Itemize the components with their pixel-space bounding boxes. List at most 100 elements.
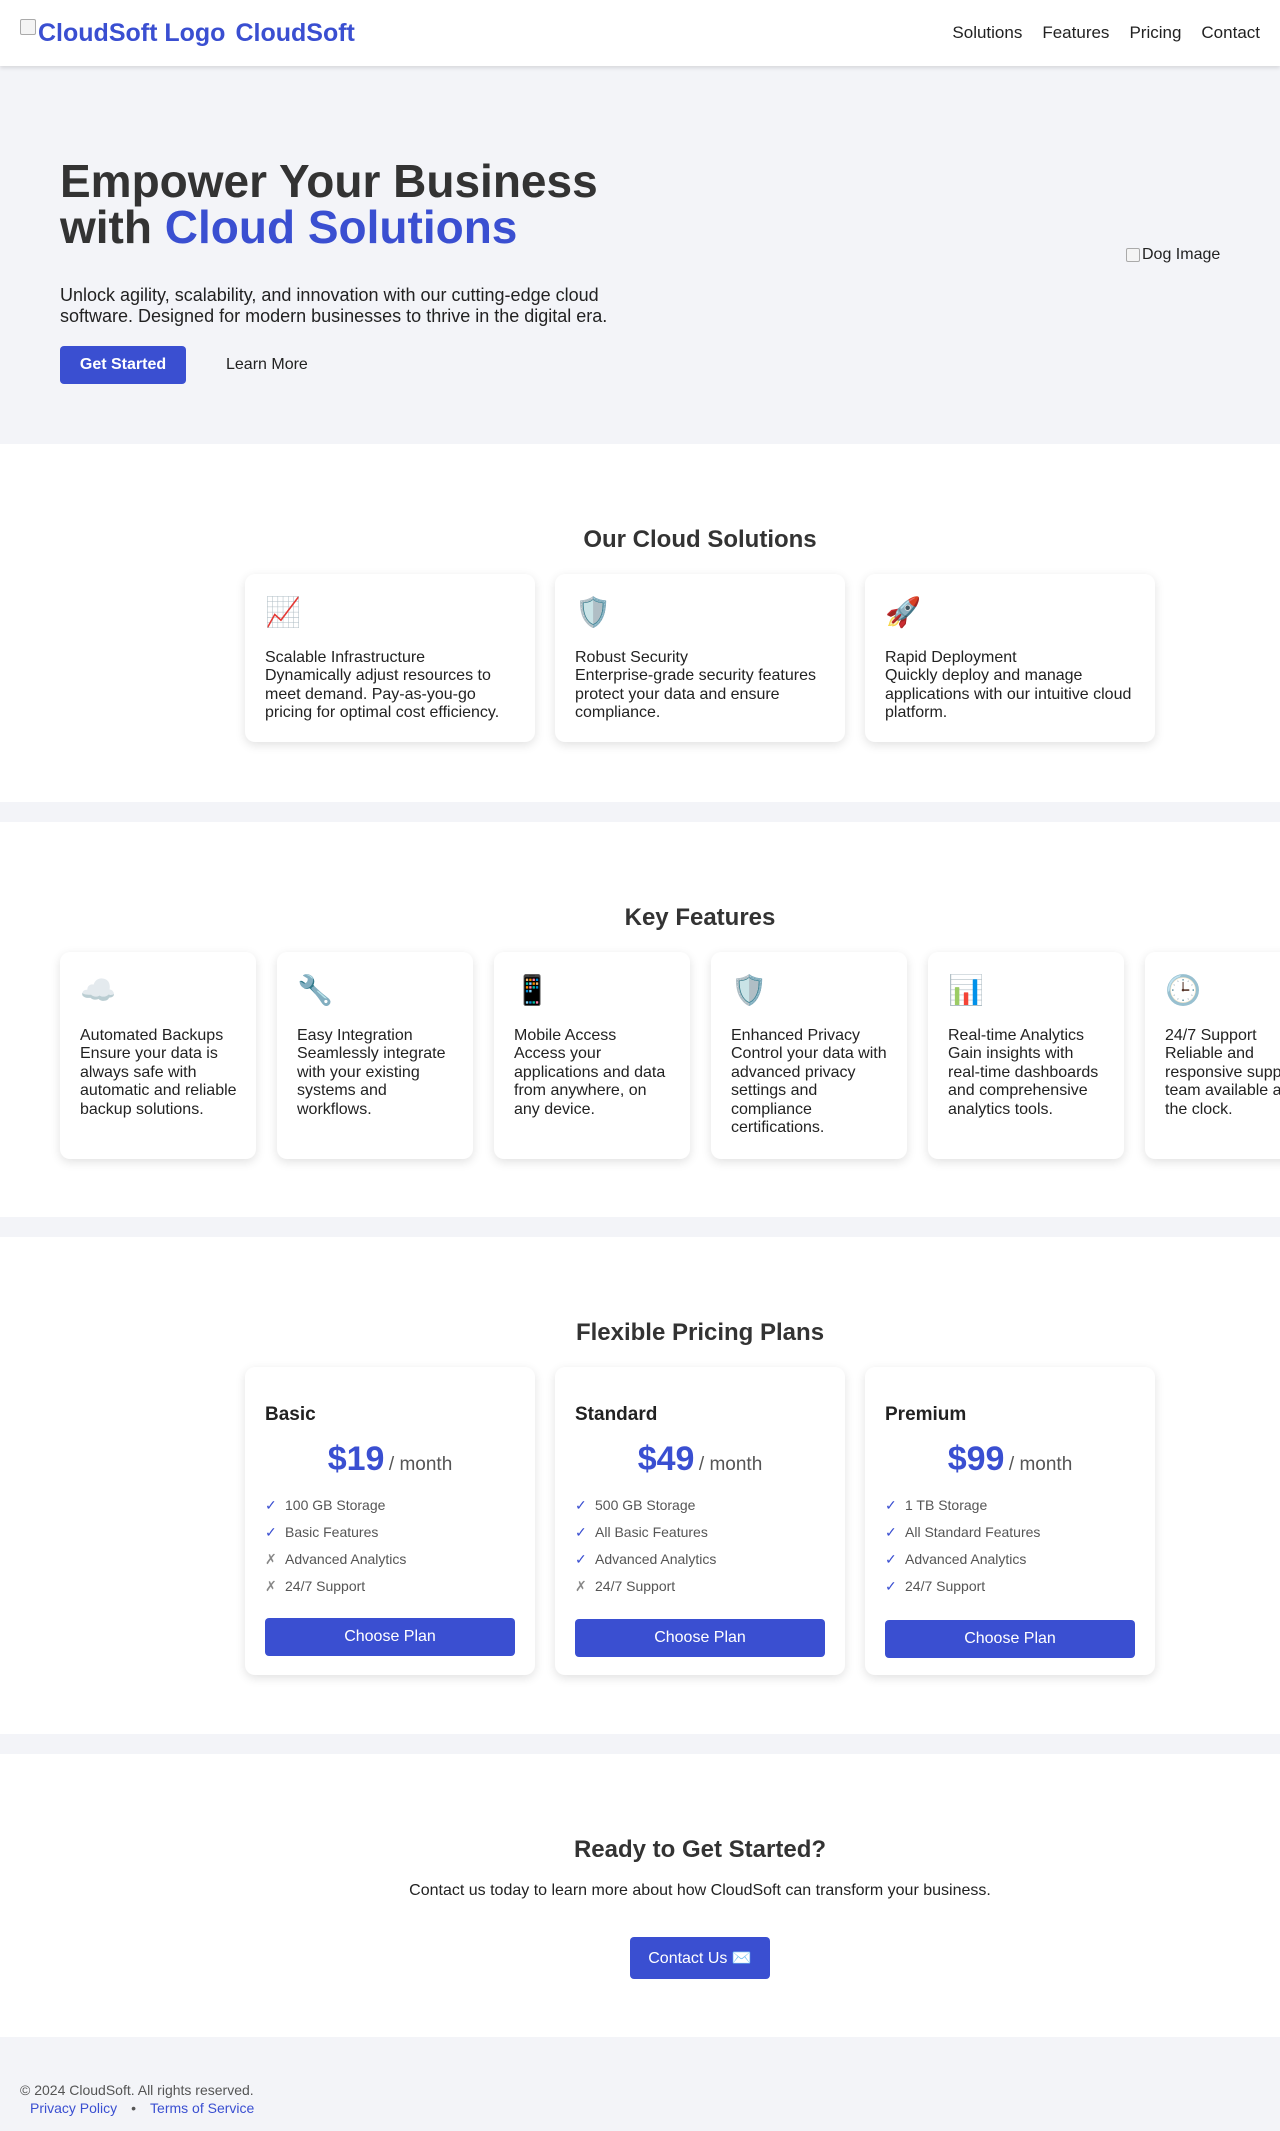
cta-title: Ready to Get Started? <box>573 1836 827 1863</box>
bar-chart-icon: 📊 <box>948 975 985 1007</box>
feature-card: 🔧 Easy Integration Seamlessly integrate wi… <box>277 952 473 1159</box>
plan-feature-text: Advanced Analytics <box>905 1551 1027 1567</box>
feature-card-title: Easy Integration <box>297 1027 413 1044</box>
plan-feature: ✓ 100 GB Storage <box>265 1497 385 1514</box>
choose-plan-button[interactable]: Choose Plan <box>575 1619 825 1657</box>
plan-feature: ✓ 24/7 Support <box>885 1578 985 1595</box>
choose-plan-button[interactable]: Choose Plan <box>885 1620 1135 1658</box>
check-icon: ✓ <box>885 1551 897 1567</box>
privacy-policy-link[interactable]: Privacy Policy <box>30 2100 117 2116</box>
rocket-icon: 🚀 <box>885 597 922 629</box>
check-icon: ✓ <box>575 1551 587 1567</box>
brand-name[interactable]: CloudSoft <box>235 19 354 48</box>
footer-separator: • <box>131 2100 137 2116</box>
feature-card: 📊 Real-time Analytics Gain insights with r… <box>928 952 1124 1159</box>
hero-image-alt: Dog Image <box>1142 246 1221 263</box>
plan-name: Standard <box>575 1404 658 1425</box>
feature-card-description: Seamlessly integrate with your existing … <box>297 1045 446 1118</box>
solution-card-description: Dynamically adjust resources to meet dem… <box>265 667 500 721</box>
pricing-card: Premium $99 / month ✓ 1 TB Storage ✓ All Stan… <box>865 1367 1155 1675</box>
plan-feature: ✓ Advanced Analytics <box>575 1551 716 1568</box>
plan-price-period: / month <box>388 1454 453 1475</box>
solution-card-title: Scalable Infrastructure <box>265 649 426 666</box>
check-icon: ✓ <box>885 1578 897 1594</box>
copyright-text: © 2024 CloudSoft. All rights reserved. <box>20 2082 254 2098</box>
plan-name: Basic <box>265 1404 316 1425</box>
solution-card-description: Enterprise-grade security features prote… <box>575 667 816 721</box>
feature-card-title: Enhanced Privacy <box>731 1027 860 1044</box>
shield-icon: 🛡️ <box>575 597 612 629</box>
plan-price-amount: $49 <box>637 1440 695 1478</box>
plan-feature-text: 1 TB Storage <box>905 1497 988 1513</box>
check-icon: ✓ <box>575 1524 587 1540</box>
terms-of-service-link[interactable]: Terms of Service <box>150 2100 254 2116</box>
pricing-title: Flexible Pricing Plans <box>575 1319 825 1346</box>
feature-card-description: Gain insights with real-time dashboards … <box>948 1045 1099 1118</box>
plan-feature-text: Advanced Analytics <box>285 1551 407 1567</box>
feature-card: 🕒 24/7 Support Reliable and responsive sup… <box>1145 952 1280 1159</box>
footer-links: Privacy Policy • Terms of Service <box>30 2100 254 2116</box>
plan-feature-text: All Standard Features <box>905 1524 1041 1540</box>
pricing-card: Basic $19 / month ✓ 100 GB Storage ✓ Basic Fe… <box>245 1367 535 1675</box>
feature-card-title: Mobile Access <box>514 1027 617 1044</box>
cta-subtitle: Contact us today to learn more about how… <box>409 1882 991 1899</box>
plan-price-amount: $99 <box>947 1440 1005 1478</box>
broken-image-icon <box>20 19 36 35</box>
chart-increasing-icon: 📈 <box>265 597 302 629</box>
features-section: Key Features ☁️ Automated Backups Ensure y… <box>0 822 1280 1217</box>
feature-card-description: Ensure your data is always safe with aut… <box>80 1045 237 1118</box>
solution-card: 🛡️ Robust Security Enterprise-grade securi… <box>555 574 845 742</box>
solutions-title: Our Cloud Solutions <box>583 526 817 553</box>
cross-icon: ✗ <box>575 1578 587 1594</box>
feature-card-description: Access your applications and data from a… <box>514 1045 666 1118</box>
feature-card-title: Automated Backups <box>80 1027 224 1044</box>
check-icon: ✓ <box>885 1524 897 1540</box>
check-icon: ✓ <box>265 1524 277 1540</box>
plan-feature: ✗ 24/7 Support <box>265 1578 365 1595</box>
plan-price-period: / month <box>1008 1454 1073 1475</box>
plan-feature: ✓ All Basic Features <box>575 1524 708 1541</box>
plan-feature: ✓ All Standard Features <box>885 1524 1040 1541</box>
plan-price: $19 / month <box>245 1440 535 1479</box>
plan-feature-text: 500 GB Storage <box>595 1497 696 1513</box>
clock-icon: 🕒 <box>1165 975 1202 1007</box>
pricing-card: Standard $49 / month ✓ 500 GB Storage ✓ All B… <box>555 1367 845 1675</box>
check-icon: ✓ <box>265 1497 277 1513</box>
plan-feature: ✓ Advanced Analytics <box>885 1551 1026 1568</box>
plan-feature: ✓ 1 TB Storage <box>885 1497 987 1514</box>
wrench-icon: 🔧 <box>297 975 334 1007</box>
nav-link-pricing[interactable]: Pricing <box>1129 23 1181 43</box>
features-title: Key Features <box>624 904 776 931</box>
feature-card: 🛡️ Enhanced Privacy Control your data with… <box>711 952 907 1159</box>
feature-card-description: Control your data with advanced privacy … <box>731 1045 887 1136</box>
plan-feature: ✓ 500 GB Storage <box>575 1497 695 1514</box>
plan-feature: ✗ Advanced Analytics <box>265 1551 406 1568</box>
cross-icon: ✗ <box>265 1551 277 1567</box>
nav-link-contact[interactable]: Contact <box>1201 23 1260 43</box>
hero-title-accent: Cloud Solutions <box>164 201 518 253</box>
hero-title-line1: Empower Your Business <box>60 155 598 207</box>
nav-link-solutions[interactable]: Solutions <box>952 23 1022 43</box>
plan-feature-text: 24/7 Support <box>285 1578 366 1594</box>
plan-feature-text: Basic Features <box>285 1524 379 1540</box>
site-header: CloudSoft Logo CloudSoft Solutions Featu… <box>0 0 1280 66</box>
solution-card-description: Quickly deploy and manage applications w… <box>885 667 1132 721</box>
choose-plan-button[interactable]: Choose Plan <box>265 1618 515 1656</box>
nav-link-features[interactable]: Features <box>1042 23 1109 43</box>
contact-us-button[interactable]: Contact Us ✉️ <box>630 1937 770 1979</box>
logo-image[interactable]: CloudSoft Logo <box>20 18 225 48</box>
plan-price: $49 / month <box>555 1440 845 1479</box>
get-started-button[interactable]: Get Started <box>60 346 186 384</box>
learn-more-button[interactable]: Learn More <box>226 346 308 384</box>
logo-alt-text: CloudSoft Logo <box>38 18 226 47</box>
plan-feature-text: 24/7 Support <box>905 1578 986 1594</box>
hero-title: Empower Your Business with Cloud Solutio… <box>60 158 620 250</box>
feature-card: ☁️ Automated Backups Ensure your data is a… <box>60 952 256 1159</box>
plan-feature-text: 100 GB Storage <box>285 1497 386 1513</box>
check-icon: ✓ <box>885 1497 897 1513</box>
feature-card-title: Real-time Analytics <box>948 1027 1085 1044</box>
plan-price-amount: $19 <box>327 1440 385 1478</box>
hero-subtitle: Unlock agility, scalability, and innovat… <box>60 285 608 326</box>
brand[interactable]: CloudSoft Logo CloudSoft <box>20 18 355 48</box>
cloud-icon: ☁️ <box>80 975 117 1007</box>
